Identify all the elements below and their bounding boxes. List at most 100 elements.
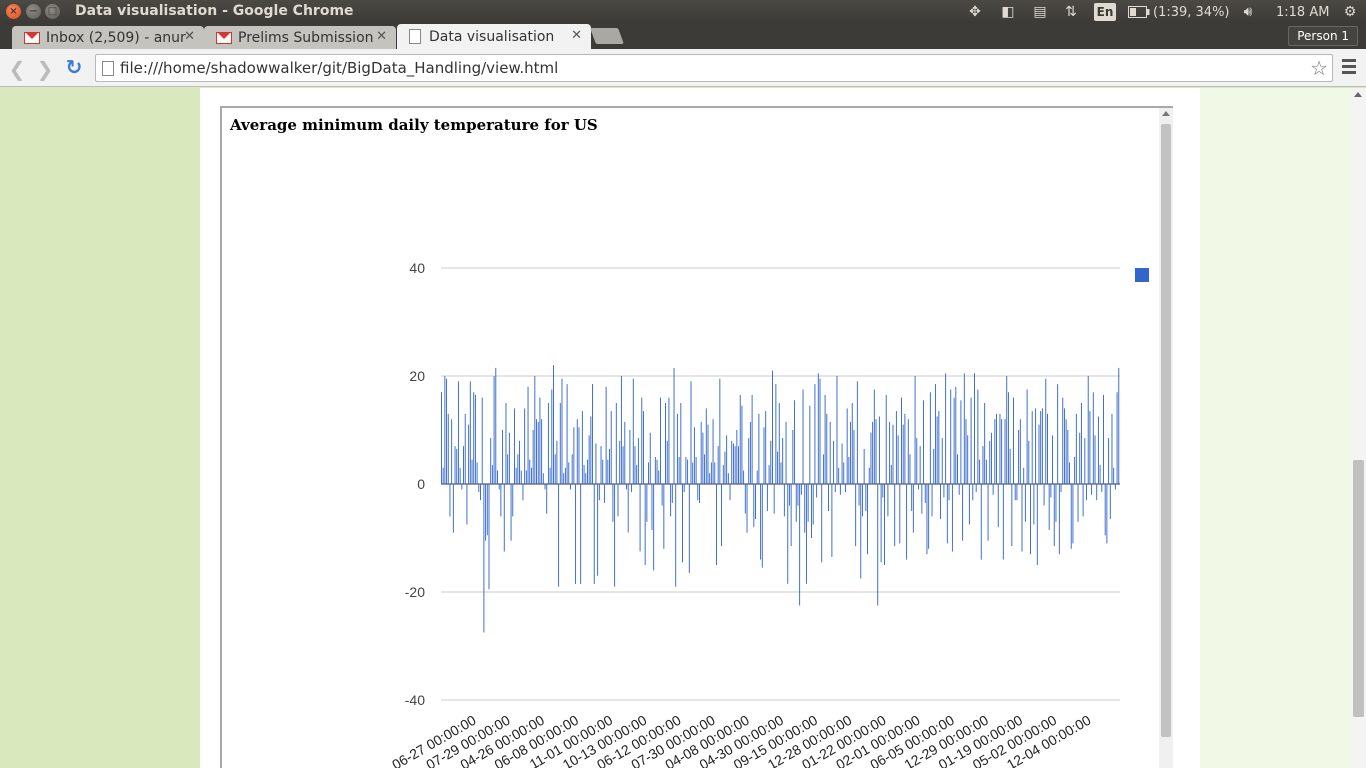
chart-bar[interactable] — [632, 378, 634, 484]
chart-bar[interactable] — [1021, 484, 1023, 552]
chart-bar[interactable] — [795, 484, 797, 522]
chart-bar[interactable] — [919, 446, 921, 484]
chart-bar[interactable] — [999, 413, 1001, 484]
chart-bar[interactable] — [624, 421, 626, 484]
chart-bar[interactable] — [682, 484, 683, 563]
chart-bar[interactable] — [829, 421, 831, 484]
chart-bar[interactable] — [1065, 419, 1067, 484]
chart-bar[interactable] — [446, 378, 448, 484]
chart-bar[interactable] — [934, 384, 936, 484]
chart-bar[interactable] — [797, 484, 799, 506]
paper-icon[interactable]: ◧ — [998, 3, 1018, 21]
chart-bar[interactable] — [447, 413, 449, 484]
chart-bar[interactable] — [778, 403, 780, 484]
chart-bar[interactable] — [553, 365, 554, 484]
chart-bar[interactable] — [1077, 484, 1079, 522]
chart-bar[interactable] — [690, 381, 692, 484]
chart-bar[interactable] — [800, 484, 802, 495]
chart-bar[interactable] — [469, 381, 471, 484]
chart-bar[interactable] — [1013, 397, 1014, 484]
chart-bar[interactable] — [736, 430, 738, 484]
chart-bar[interactable] — [1070, 484, 1072, 549]
chart-bar[interactable] — [580, 484, 582, 584]
chart-bar[interactable] — [1002, 484, 1004, 560]
chart-bar[interactable] — [452, 484, 454, 533]
chart-bar[interactable] — [666, 440, 668, 484]
chart-bar[interactable] — [495, 367, 497, 484]
chart-bar[interactable] — [1099, 465, 1101, 484]
chart-bar[interactable] — [777, 451, 779, 484]
chart-bar[interactable] — [890, 465, 892, 484]
chart-bar[interactable] — [592, 384, 594, 484]
chart-bar[interactable] — [502, 430, 504, 484]
chart-bar[interactable] — [763, 427, 765, 484]
chart-bar[interactable] — [921, 484, 923, 514]
new-tab-button[interactable] — [590, 28, 624, 44]
chart-bar[interactable] — [758, 413, 760, 484]
chart-bar[interactable] — [534, 376, 536, 484]
chart-bar[interactable] — [575, 484, 577, 584]
chart-bar[interactable] — [481, 397, 483, 484]
chart-bar[interactable] — [924, 484, 926, 503]
chart-bar[interactable] — [1011, 484, 1013, 547]
chart-bar[interactable] — [975, 484, 977, 493]
chart-bar[interactable] — [556, 440, 558, 484]
chart-bar[interactable] — [614, 484, 616, 587]
chart-bar[interactable] — [688, 484, 690, 574]
chart-bar[interactable] — [945, 373, 947, 484]
chart-bar[interactable] — [951, 484, 953, 552]
chart-bar[interactable] — [595, 443, 597, 485]
chart-bar[interactable] — [1018, 430, 1020, 484]
chart-bar[interactable] — [471, 459, 473, 484]
chart-bar[interactable] — [1057, 384, 1059, 484]
chart-bar[interactable] — [839, 484, 841, 495]
chart-bar[interactable] — [756, 470, 758, 485]
chart-bar[interactable] — [478, 484, 480, 493]
chart-bar[interactable] — [716, 484, 717, 565]
chart-bar[interactable] — [873, 389, 875, 485]
chart-bar[interactable] — [1031, 411, 1033, 484]
chart-bar[interactable] — [576, 419, 578, 484]
chart-bar[interactable] — [586, 459, 588, 484]
chart-bar[interactable] — [663, 484, 665, 549]
chart-bar[interactable] — [760, 484, 762, 560]
bookmark-star-icon[interactable]: ☆ — [1310, 56, 1328, 80]
chart-bar[interactable] — [1006, 376, 1008, 484]
chart-bar[interactable] — [963, 373, 965, 484]
chart-bar[interactable] — [537, 421, 539, 484]
chart-bar[interactable] — [627, 484, 629, 533]
chart-bar[interactable] — [1028, 440, 1030, 484]
chart-bar[interactable] — [607, 459, 609, 484]
chart-bar[interactable] — [868, 467, 870, 484]
chart-bar[interactable] — [1047, 413, 1048, 484]
chart-bar[interactable] — [928, 484, 930, 549]
chart-bar[interactable] — [772, 370, 773, 484]
clock[interactable]: 1:18 AM — [1276, 0, 1329, 24]
chart-bar[interactable] — [570, 484, 571, 490]
chart-bar[interactable] — [710, 462, 712, 484]
chart-bar[interactable] — [680, 403, 682, 484]
chart-bar[interactable] — [542, 473, 544, 484]
chart-bar[interactable] — [860, 484, 862, 579]
chart-bar[interactable] — [1007, 392, 1009, 484]
chart-bar[interactable] — [984, 403, 986, 484]
chart-bar[interactable] — [918, 484, 919, 490]
chart-bar[interactable] — [1109, 484, 1111, 520]
chart-bar[interactable] — [676, 413, 678, 484]
chart-bar[interactable] — [665, 403, 666, 484]
chart-bar[interactable] — [863, 448, 865, 484]
chart-bar[interactable] — [566, 384, 568, 484]
chart-bar[interactable] — [612, 484, 614, 522]
chart-bar[interactable] — [571, 454, 573, 484]
chart-bar[interactable] — [887, 484, 889, 517]
chart-bar[interactable] — [578, 427, 580, 484]
chart-bar[interactable] — [717, 446, 719, 484]
chart-bar[interactable] — [1103, 394, 1104, 484]
chart-bar[interactable] — [1026, 389, 1028, 485]
chart-bar[interactable] — [785, 421, 787, 484]
chart-bar[interactable] — [834, 484, 836, 493]
chart-bar[interactable] — [970, 397, 972, 484]
chart-bar[interactable] — [536, 419, 537, 484]
chart-bar[interactable] — [476, 462, 478, 484]
dropbox-icon[interactable]: ✥ — [965, 3, 985, 21]
